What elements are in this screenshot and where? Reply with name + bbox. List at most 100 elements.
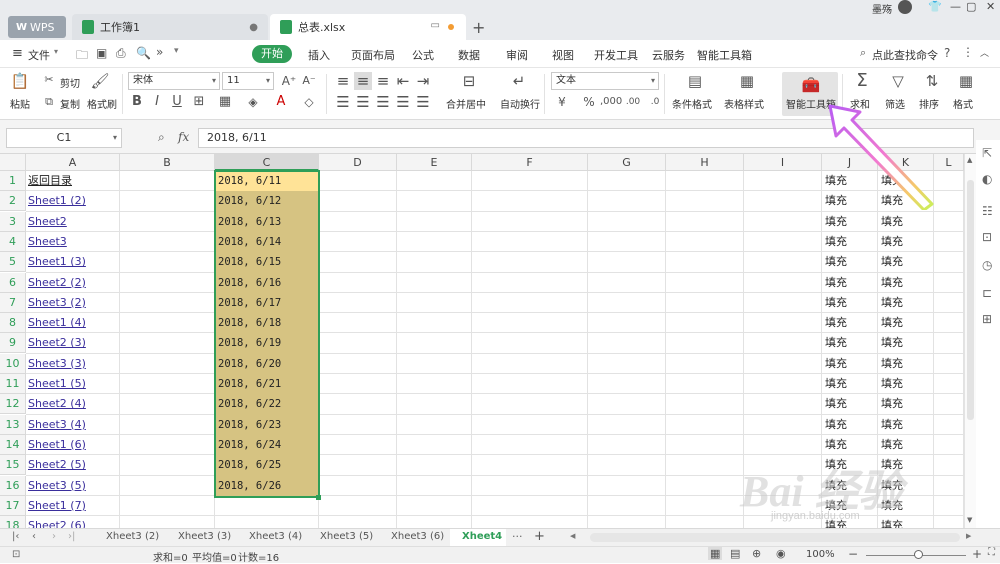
paste-icon[interactable]: 📋	[10, 72, 30, 92]
format-painter-button[interactable]: 格式刷	[87, 96, 117, 111]
fill-cell-j[interactable]: 填充	[825, 333, 847, 353]
fullscreen-icon[interactable]: ⛶	[988, 547, 995, 558]
zoom-out-icon[interactable]: −	[848, 547, 858, 561]
next-sheet-icon[interactable]: ›	[52, 531, 56, 542]
fill-cell-k[interactable]: 填充	[881, 394, 903, 414]
sheet-link-cell[interactable]: Sheet2 (2)	[28, 273, 120, 293]
fill-cell-k[interactable]: 填充	[881, 435, 903, 455]
sheet-link-cell[interactable]: Sheet2	[28, 212, 120, 232]
fill-cell-j[interactable]: 填充	[825, 232, 847, 252]
menu-start[interactable]: 开始	[252, 45, 292, 63]
paste-button[interactable]: 粘贴	[10, 96, 30, 111]
apps-grid-icon[interactable]: ⊞	[982, 312, 992, 326]
sheet-link-cell[interactable]: Sheet1 (4)	[28, 313, 120, 333]
fill-cell-k[interactable]: 填充	[881, 252, 903, 272]
underline-icon[interactable]: U	[168, 93, 186, 111]
close-window-icon[interactable]: ✕	[986, 0, 995, 14]
fill-cell-j[interactable]: 填充	[825, 212, 847, 232]
wrap-text-icon[interactable]: ↵	[508, 72, 530, 92]
sheet-link-cell[interactable]: Sheet3 (2)	[28, 293, 120, 313]
row-header[interactable]: 17	[0, 495, 26, 516]
increase-decimal-icon[interactable]: .00	[624, 93, 642, 111]
indent-decrease-icon[interactable]: ⇤	[394, 72, 412, 90]
zoom-search-icon[interactable]: ⌕	[158, 130, 165, 145]
distributed-icon[interactable]: ☰	[414, 93, 432, 111]
history-icon[interactable]: ◷	[982, 258, 992, 272]
column-header-e[interactable]: E	[397, 154, 472, 171]
sheet-tab[interactable]: Xheet3 (2)	[106, 531, 159, 542]
menu-insert[interactable]: 插入	[308, 47, 330, 63]
scroll-down-icon[interactable]: ▼	[967, 516, 972, 524]
avatar[interactable]	[898, 0, 912, 14]
sheet-link-cell[interactable]: Sheet3 (4)	[28, 415, 120, 435]
italic-icon[interactable]: I	[148, 93, 166, 111]
conditional-format-icon[interactable]: ▤	[684, 72, 706, 92]
increase-font-icon[interactable]: A⁺	[280, 72, 298, 90]
help-icon[interactable]: ?	[944, 46, 950, 60]
fill-cell-k[interactable]: 填充	[881, 374, 903, 394]
format-painter-icon[interactable]: 🖌	[90, 72, 110, 92]
menu-formula[interactable]: 公式	[412, 47, 434, 63]
more-icon[interactable]: »	[156, 45, 163, 59]
sheet-link-cell[interactable]: Sheet2 (3)	[28, 333, 120, 353]
row-header[interactable]: 1	[0, 171, 26, 191]
chevron-down-icon[interactable]: ▾	[54, 47, 58, 56]
menu-data[interactable]: 数据	[458, 47, 480, 63]
save-icon[interactable]: ▣	[96, 46, 107, 60]
print-icon[interactable]: ⎙	[116, 46, 126, 61]
align-middle-icon[interactable]: ≡	[354, 72, 372, 90]
column-header-g[interactable]: G	[588, 154, 666, 171]
sort-icon[interactable]: ⇅	[922, 72, 942, 92]
fx-icon[interactable]: fx	[178, 130, 189, 144]
last-sheet-icon[interactable]: ›|	[68, 531, 75, 542]
fill-cell-k[interactable]: 填充	[881, 212, 903, 232]
add-sheet-icon[interactable]: +	[534, 529, 545, 544]
menu-cloud[interactable]: 云服务	[652, 47, 685, 63]
scroll-right-icon[interactable]: ▶	[966, 532, 971, 540]
row-header[interactable]: 14	[0, 434, 26, 455]
maximize-icon[interactable]: ▢	[966, 0, 976, 14]
menu-view[interactable]: 视图	[552, 47, 574, 63]
column-header-d[interactable]: D	[319, 154, 397, 171]
sheet-tab[interactable]: Xheet3 (6)	[391, 531, 444, 542]
merge-center-icon[interactable]: ⊟	[458, 72, 480, 92]
indent-increase-icon[interactable]: ⇥	[414, 72, 432, 90]
chevron-down-icon[interactable]: ▾	[113, 129, 117, 147]
new-tab-button[interactable]: +	[472, 18, 485, 37]
hamburger-menu-icon[interactable]: ≡	[12, 46, 23, 61]
sheet-link-cell[interactable]: Sheet1 (7)	[28, 496, 120, 516]
justify-icon[interactable]: ☰	[394, 93, 412, 111]
fill-cell-k[interactable]: 填充	[881, 354, 903, 374]
filter-icon[interactable]: ▽	[888, 72, 908, 92]
menu-file[interactable]: 文件	[28, 47, 50, 63]
row-header[interactable]: 3	[0, 211, 26, 232]
row-header[interactable]: 10	[0, 353, 26, 374]
format-icon[interactable]: ▦	[956, 72, 976, 92]
sheet-link-cell[interactable]: Sheet1 (6)	[28, 435, 120, 455]
corner-select-all[interactable]	[0, 154, 26, 171]
collapse-ribbon-icon[interactable]: ︿	[980, 46, 989, 59]
table-style-button[interactable]: 表格样式	[724, 96, 764, 111]
row-header[interactable]: 11	[0, 374, 26, 394]
fill-cell-k[interactable]: 填充	[881, 273, 903, 293]
sheet-link-cell[interactable]: Sheet2 (6)	[28, 516, 120, 528]
page-break-view-icon[interactable]: ▤	[730, 547, 740, 560]
sheet-link-cell[interactable]: Sheet3	[28, 232, 120, 252]
decrease-decimal-icon[interactable]: .0	[646, 93, 664, 111]
row-header[interactable]: 2	[0, 191, 26, 212]
fill-cell-j[interactable]: 填充	[825, 273, 847, 293]
menu-smart-toolbox[interactable]: 智能工具箱	[697, 47, 752, 63]
borders-icon[interactable]: ⊞	[190, 93, 208, 111]
first-sheet-icon[interactable]: |‹	[12, 531, 19, 542]
sheet-link-cell[interactable]: Sheet2 (5)	[28, 455, 120, 475]
eye-protect-icon[interactable]: ◉	[776, 547, 786, 560]
horizontal-scrollbar[interactable]	[590, 533, 960, 542]
sheet-link-cell[interactable]: Sheet3 (5)	[28, 476, 120, 496]
format-button[interactable]: 格式	[953, 96, 973, 111]
fill-cell-k[interactable]: 填充	[881, 415, 903, 435]
fill-color-icon[interactable]: ◈	[244, 93, 262, 111]
fill-handle[interactable]	[316, 495, 321, 500]
tab-wps-home[interactable]: W WPS	[8, 16, 66, 38]
crop-icon[interactable]: ⊏	[982, 286, 992, 300]
print-preview-icon[interactable]: 🔍	[136, 46, 151, 60]
